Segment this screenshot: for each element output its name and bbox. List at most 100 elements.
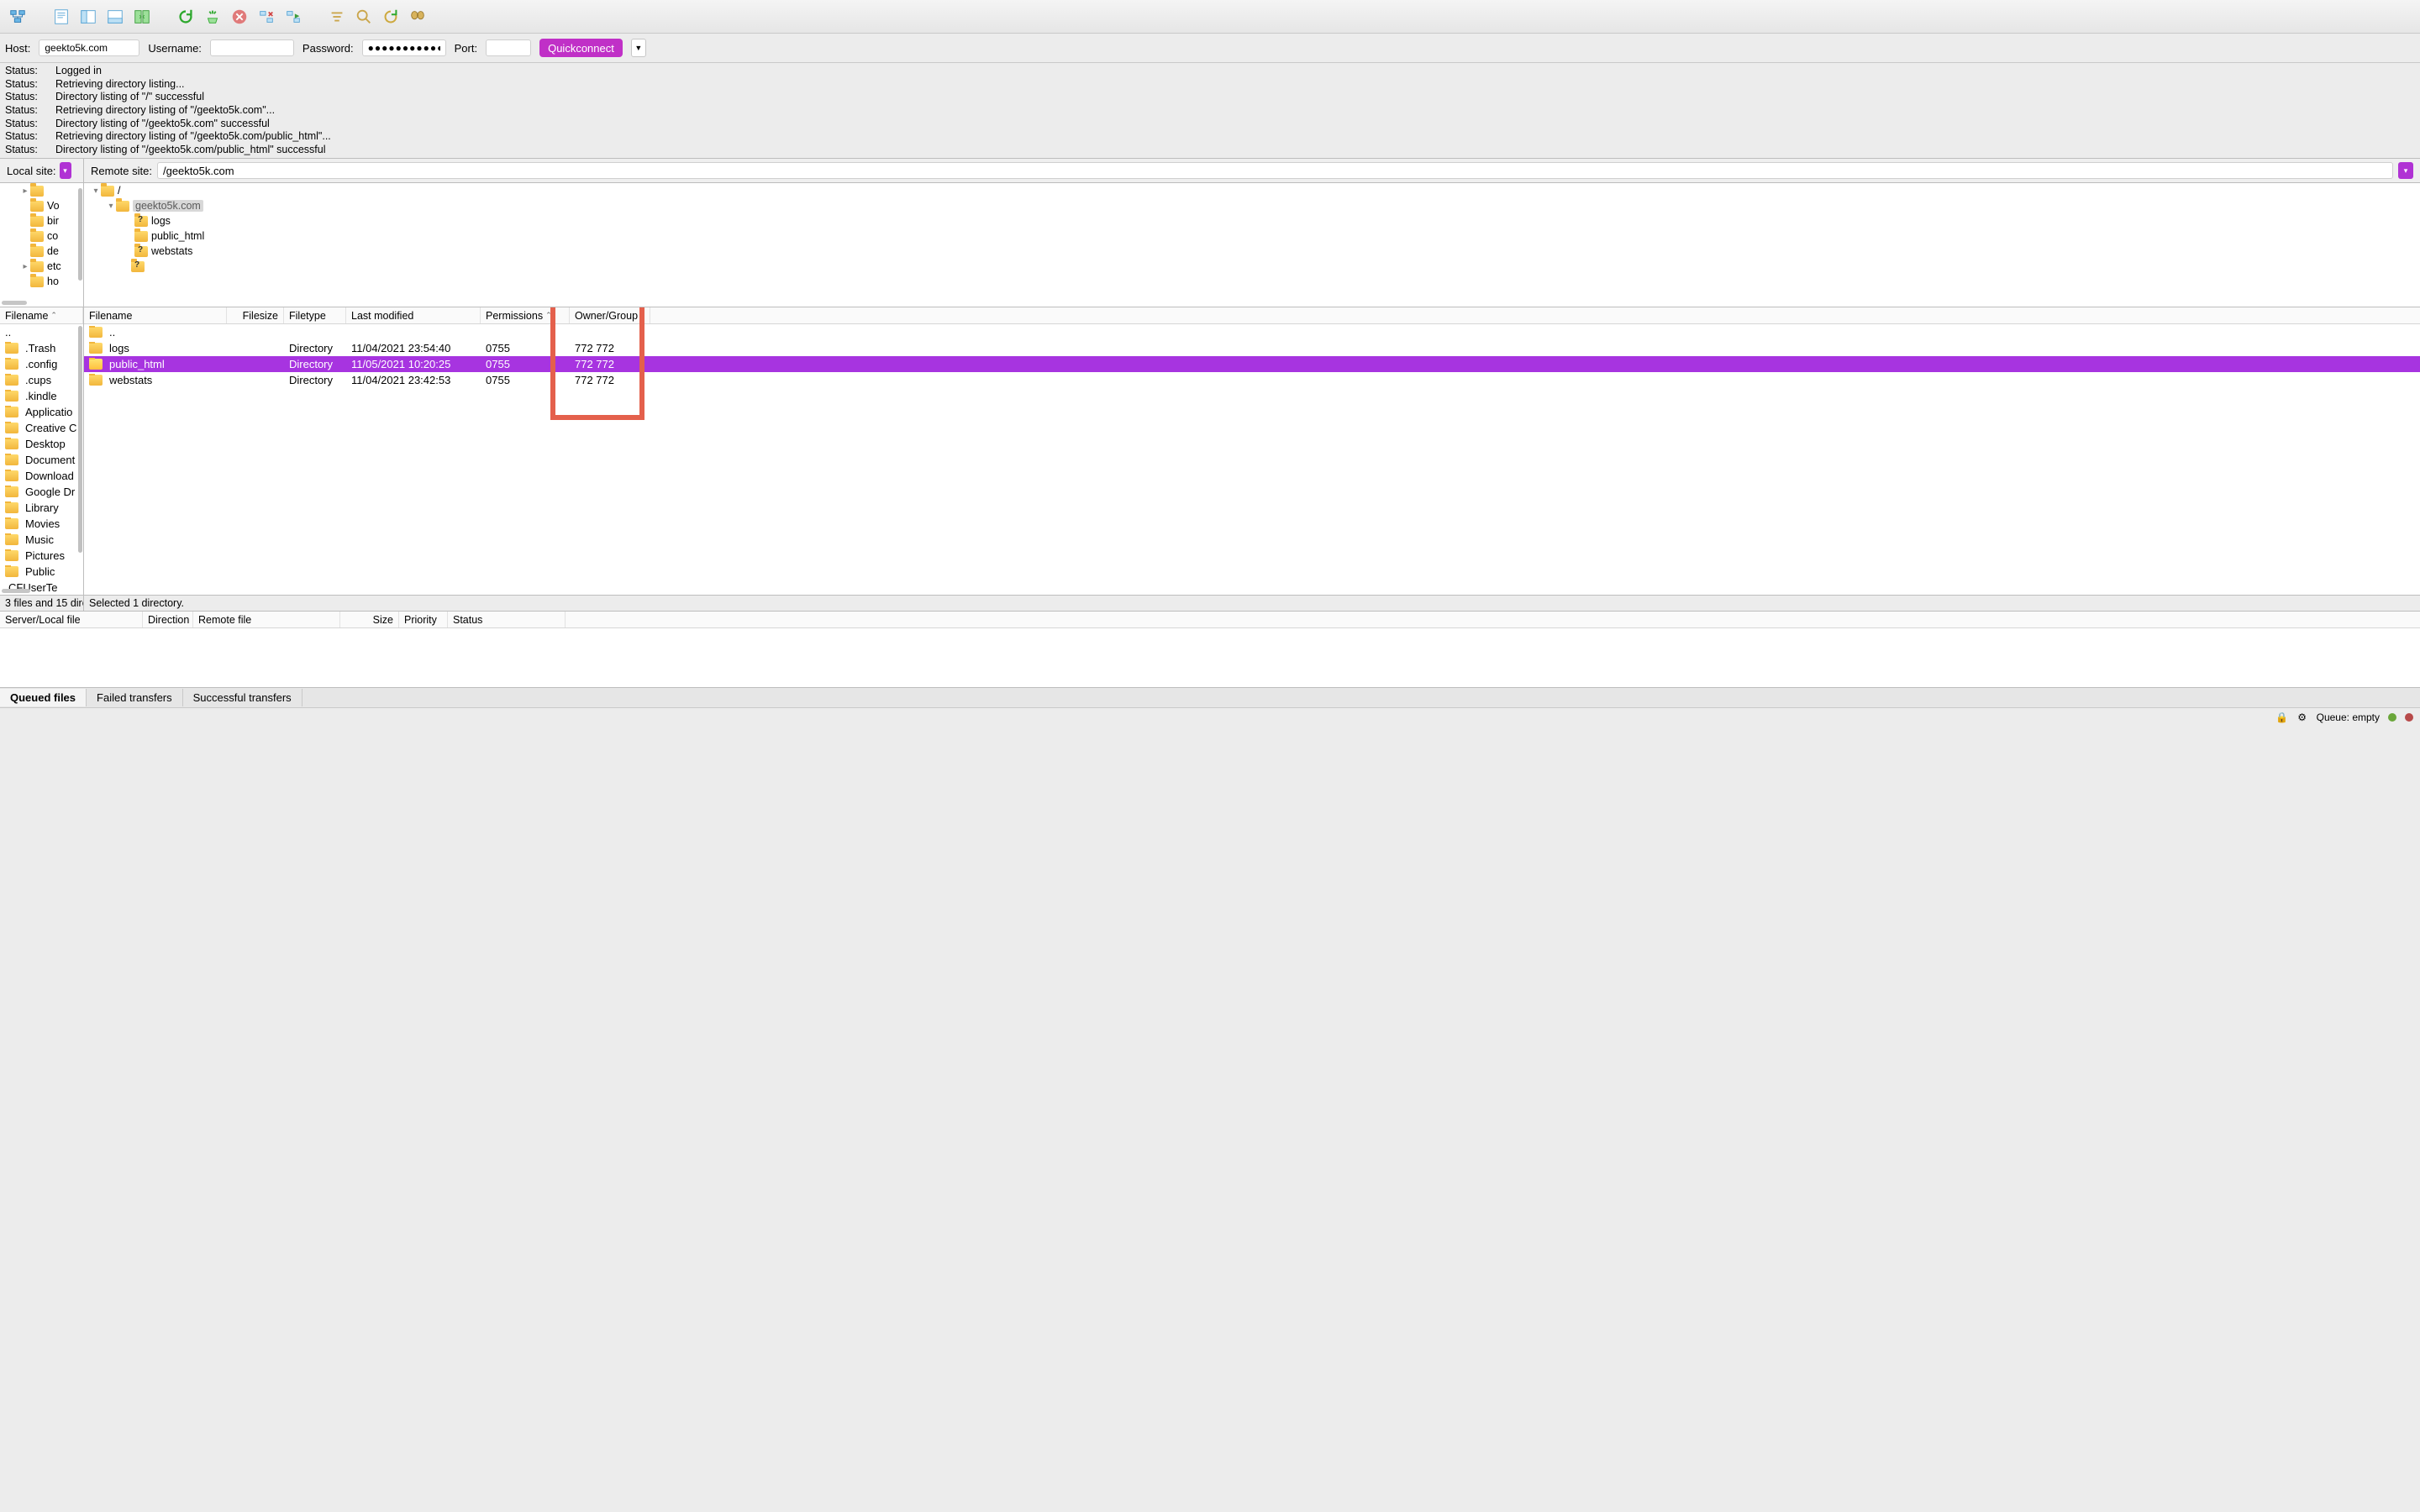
list-item[interactable]: Google Dr [0,484,83,500]
toggle-local-tree-button[interactable] [76,4,101,29]
list-item[interactable]: .. [0,324,83,340]
scrollbar-thumb[interactable] [2,301,27,305]
tree-item[interactable]: webstats [84,244,2420,259]
local-directory-tree[interactable]: ▸ Vobircode▸etcho [0,183,84,307]
password-input[interactable] [362,39,446,56]
tree-item[interactable]: bir [0,213,83,228]
cancel-button[interactable] [227,4,252,29]
message-log[interactable]: Status:Logged inStatus:Retrieving direct… [0,63,2420,159]
port-input[interactable] [486,39,531,56]
queue-column-header[interactable]: Server/Local file Direction Remote file … [0,612,2420,628]
disclosure-icon[interactable]: ▸ [20,186,30,196]
folder-icon [5,470,18,481]
directory-compare-button[interactable] [351,4,376,29]
column-size[interactable]: Size [373,614,393,626]
list-item[interactable]: Applicatio [0,404,83,420]
list-item[interactable]: Movies [0,516,83,532]
folder-icon [30,186,44,197]
toggle-log-button[interactable] [49,4,74,29]
log-row: Status:Directory listing of "/geekto5k.c… [5,118,2415,131]
local-file-list[interactable]: Filename⌃ ...Trash.config.cups.kindleApp… [0,307,84,595]
tree-item[interactable]: Vo [0,198,83,213]
reconnect-button[interactable] [281,4,306,29]
filter-button[interactable] [324,4,350,29]
tree-item[interactable]: ▸ [0,183,83,198]
host-input[interactable] [39,39,139,56]
tab-queued-files[interactable]: Queued files [0,689,87,706]
list-item[interactable]: .cups [0,372,83,388]
list-item[interactable]: Creative C [0,420,83,436]
toggle-queue-button[interactable] [103,4,128,29]
tree-item[interactable]: public_html [84,228,2420,244]
tree-item[interactable] [84,259,2420,274]
log-label: Status: [5,91,40,104]
list-item[interactable]: logs Directory 11/04/2021 23:54:40 0755 … [84,340,2420,356]
sync-browse-button[interactable] [129,4,155,29]
log-label: Status: [5,130,40,144]
remote-site-path-input[interactable]: /geekto5k.com [157,162,2393,179]
list-item[interactable]: Desktop [0,436,83,452]
list-item[interactable]: webstats Directory 11/04/2021 23:42:53 0… [84,372,2420,388]
log-label: Status: [5,65,40,78]
scrollbar-thumb[interactable] [78,188,82,281]
disclosure-icon[interactable]: ▾ [106,202,116,211]
tab-failed-transfers[interactable]: Failed transfers [87,689,183,706]
column-filename[interactable]: Filename [5,310,48,322]
username-input[interactable] [210,39,294,56]
disclosure-icon[interactable]: ▸ [20,262,30,271]
list-item[interactable]: Library [0,500,83,516]
file-permissions: 0755 [481,374,570,386]
disconnect-button[interactable] [254,4,279,29]
tree-item[interactable]: ▾geekto5k.com [84,198,2420,213]
column-filetype[interactable]: Filetype [289,310,326,322]
list-item[interactable]: Public [0,564,83,580]
remote-directory-tree[interactable]: ▾/▾geekto5k.comlogspublic_htmlwebstats [84,183,2420,307]
column-filesize[interactable]: Filesize [243,310,278,322]
column-status[interactable]: Status [453,614,482,626]
scrollbar-thumb[interactable] [2,589,30,593]
list-item[interactable]: Document [0,452,83,468]
remote-site-dropdown[interactable]: ▾ [2398,162,2413,179]
disclosure-icon[interactable]: ▾ [91,186,101,196]
log-label: Status: [5,118,40,131]
list-item[interactable]: Download [0,468,83,484]
quickconnect-button[interactable]: Quickconnect [539,39,623,57]
remote-column-header[interactable]: Filename Filesize Filetype Last modified… [84,307,2420,324]
column-filename[interactable]: Filename [89,310,132,322]
list-item[interactable]: .kindle [0,388,83,404]
tree-item[interactable]: co [0,228,83,244]
process-queue-button[interactable] [200,4,225,29]
tab-successful-transfers[interactable]: Successful transfers [183,689,302,706]
list-item[interactable]: .Trash [0,340,83,356]
column-remote-file[interactable]: Remote file [198,614,251,626]
refresh-button[interactable] [173,4,198,29]
column-owner-group[interactable]: Owner/Group [575,310,638,322]
local-site-dropdown[interactable]: ▾ [60,162,71,179]
column-direction[interactable]: Direction [148,614,189,626]
tree-item[interactable]: ho [0,274,83,289]
scrollbar-thumb[interactable] [78,326,82,553]
column-permissions[interactable]: Permissions [486,310,543,322]
list-item[interactable]: public_html Directory 11/05/2021 10:20:2… [84,356,2420,372]
tree-item[interactable]: ▾/ [84,183,2420,198]
list-item[interactable]: Music [0,532,83,548]
find-button[interactable] [405,4,430,29]
log-label: Status: [5,104,40,118]
list-item[interactable]: .config [0,356,83,372]
local-column-header[interactable]: Filename⌃ [0,307,83,324]
tree-item[interactable]: ▸etc [0,259,83,274]
tree-item[interactable]: de [0,244,83,259]
queue-body[interactable] [0,628,2420,687]
column-priority[interactable]: Priority [404,614,437,626]
auto-refresh-button[interactable] [378,4,403,29]
quickconnect-history-dropdown[interactable]: ▼ [631,39,646,57]
transfer-queue[interactable]: Server/Local file Direction Remote file … [0,612,2420,687]
sitemanager-button[interactable] [5,4,30,29]
tree-item[interactable]: logs [84,213,2420,228]
list-item[interactable]: .. [84,324,2420,340]
remote-file-list[interactable]: Filename Filesize Filetype Last modified… [84,307,2420,595]
list-item[interactable]: Pictures [0,548,83,564]
column-last-modified[interactable]: Last modified [351,310,413,322]
column-server-local[interactable]: Server/Local file [5,614,81,626]
log-row: Status:Directory listing of "/geekto5k.c… [5,144,2415,157]
